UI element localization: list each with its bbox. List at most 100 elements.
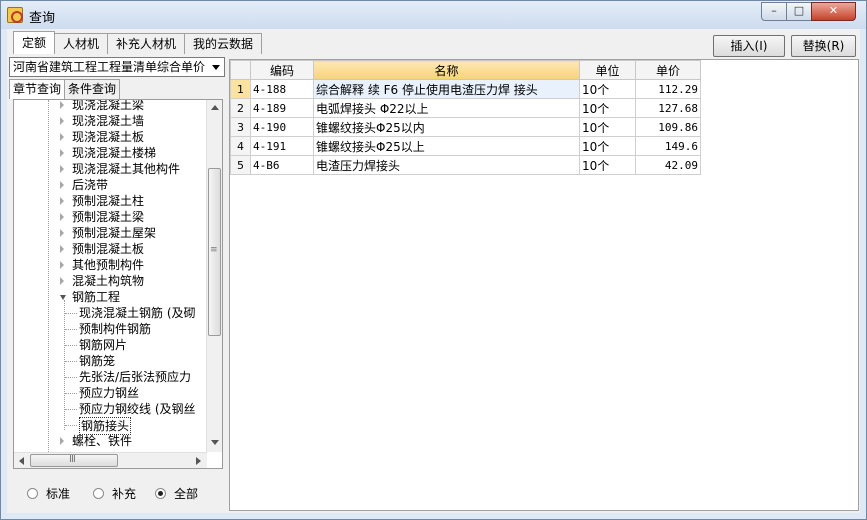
collapsed-arrow-icon[interactable] — [60, 261, 64, 269]
collapsed-arrow-icon[interactable] — [60, 277, 64, 285]
cell-name[interactable]: 锥螺纹接头Φ25以上 — [313, 136, 580, 156]
row-number[interactable]: 4 — [230, 136, 251, 156]
tree-horizontal-scroll-thumb[interactable]: Ⅲ — [30, 454, 118, 467]
radio-standard-label: 标准 — [46, 486, 71, 501]
cell-name[interactable]: 电渣压力焊接头 — [313, 155, 580, 175]
cell-price[interactable]: 127.68 — [635, 98, 701, 118]
close-button[interactable]: ✕ — [811, 2, 856, 21]
tab-labor-material-machine[interactable]: 人材机 — [54, 33, 109, 54]
table-row[interactable]: 2 4-189 电弧焊接头 Φ22以上 10个 127.68 — [230, 98, 701, 118]
row-number[interactable]: 3 — [230, 117, 251, 137]
tree-node-label: 混凝土构筑物 — [72, 274, 145, 288]
tree-vertical-scroll-thumb[interactable]: ≡ — [208, 168, 221, 336]
collapsed-arrow-icon[interactable] — [60, 165, 64, 173]
collapsed-arrow-icon[interactable] — [60, 245, 64, 253]
tab-supplementary-lmm[interactable]: 补充人材机 — [107, 33, 186, 54]
cell-price[interactable]: 109.86 — [635, 117, 701, 137]
results-table: 编码 名称 单位 单价 1 4-188 综合解释 续 F6 停止使用电渣压力焊 接头… — [230, 60, 701, 175]
row-number[interactable]: 2 — [230, 98, 251, 118]
tab-condition-query[interactable]: 条件查询 — [64, 79, 121, 99]
cell-unit[interactable]: 10个 — [579, 98, 636, 118]
tree-node-label: 预制构件钢筋 — [79, 322, 152, 336]
tree-horizontal-scrollbar[interactable]: Ⅲ — [14, 452, 207, 468]
radio-all[interactable]: 全部 — [155, 485, 198, 501]
dialog-content: 定额 人材机 补充人材机 我的云数据 插入(I) 替换(R) 河南省建筑工程工程… — [7, 29, 860, 513]
tree-node-label: 先张法/后张法预应力 — [79, 370, 192, 384]
tree-node-label: 预制混凝土梁 — [72, 210, 145, 224]
query-window: 查询 – □ ✕ 定额 人材机 补充人材机 我的云数据 插入(I) 替换(R) … — [0, 0, 867, 520]
collapsed-arrow-icon[interactable] — [60, 213, 64, 221]
row-number[interactable]: 1 — [230, 79, 251, 99]
cell-code[interactable]: 4-191 — [250, 136, 314, 156]
tree-connector-line — [65, 409, 77, 410]
quota-library-select[interactable]: 河南省建筑工程工程量清单综合单价 — [9, 57, 225, 77]
radio-indicator — [155, 487, 166, 499]
insert-button[interactable]: 插入(I) — [713, 35, 785, 57]
cell-price[interactable]: 149.6 — [635, 136, 701, 156]
tree-node-label: 现浇混凝土钢筋 (及砌 — [79, 306, 196, 320]
column-header-name[interactable]: 名称 — [313, 60, 580, 80]
table-row[interactable]: 1 4-188 综合解释 续 F6 停止使用电渣压力焊 接头 10个 112.29 — [230, 79, 701, 99]
scroll-left-icon[interactable] — [19, 457, 24, 465]
cell-price[interactable]: 42.09 — [635, 155, 701, 175]
collapsed-arrow-icon[interactable] — [60, 101, 64, 109]
radio-indicator — [93, 487, 104, 499]
tree-node-label: 现浇混凝土梁 — [72, 99, 145, 112]
radio-supplementary[interactable]: 补充 — [93, 485, 136, 501]
table-row[interactable]: 5 4-B6 电渣压力焊接头 10个 42.09 — [230, 155, 701, 175]
collapsed-arrow-icon[interactable] — [60, 229, 64, 237]
cell-code[interactable]: 4-190 — [250, 117, 314, 137]
collapsed-arrow-icon[interactable] — [60, 437, 64, 445]
tree-node-label: 预应力钢绞线 (及钢丝 — [79, 402, 196, 416]
column-header-unit[interactable]: 单位 — [579, 60, 636, 80]
cell-unit[interactable]: 10个 — [579, 79, 636, 99]
cell-unit[interactable]: 10个 — [579, 117, 636, 137]
tree-connector-line — [65, 393, 77, 394]
chevron-down-icon — [212, 65, 220, 70]
radio-standard[interactable]: 标准 — [27, 485, 70, 501]
tree-node-label: 现浇混凝土楼梯 — [72, 146, 157, 160]
cell-unit[interactable]: 10个 — [579, 155, 636, 175]
tree-connector-line — [65, 425, 77, 426]
window-title: 查询 — [29, 11, 56, 26]
tree-node-label: 现浇混凝土板 — [72, 130, 145, 144]
maximize-button[interactable]: □ — [786, 2, 812, 21]
cell-code[interactable]: 4-188 — [250, 79, 314, 99]
filter-radio-group: 标准 补充 全部 — [9, 477, 225, 507]
scroll-up-icon[interactable] — [211, 105, 219, 110]
scroll-grip-icon: ≡ — [210, 245, 218, 255]
cell-code[interactable]: 4-189 — [250, 98, 314, 118]
tree-node-label: 螺栓、铁件 — [72, 434, 133, 448]
collapsed-arrow-icon[interactable] — [60, 117, 64, 125]
tree-node-label: 预制混凝土柱 — [72, 194, 145, 208]
cell-name[interactable]: 电弧焊接头 Φ22以上 — [313, 98, 580, 118]
row-number[interactable]: 5 — [230, 155, 251, 175]
collapsed-arrow-icon[interactable] — [60, 149, 64, 157]
query-tabs: 章节查询 条件查询 — [9, 79, 121, 99]
scroll-down-icon[interactable] — [211, 440, 219, 445]
chapter-tree[interactable]: 现浇混凝土梁 现浇混凝土墙 现浇混凝土板 现浇混凝土楼梯 现浇混凝土其他构件 后浇带 预制混… — [13, 99, 223, 469]
tab-my-cloud-data[interactable]: 我的云数据 — [184, 33, 263, 54]
table-row[interactable]: 3 4-190 锥螺纹接头Φ25以内 10个 109.86 — [230, 117, 701, 137]
collapsed-arrow-icon[interactable] — [60, 197, 64, 205]
minimize-button[interactable]: – — [761, 2, 787, 21]
scroll-right-icon[interactable] — [196, 457, 201, 465]
tree-node-label: 钢筋工程 — [72, 290, 121, 304]
collapsed-arrow-icon[interactable] — [60, 181, 64, 189]
tab-chapter-query[interactable]: 章节查询 — [9, 79, 66, 99]
collapsed-arrow-icon[interactable] — [60, 133, 64, 141]
table-row[interactable]: 4 4-191 锥螺纹接头Φ25以上 10个 149.6 — [230, 136, 701, 156]
radio-all-label: 全部 — [174, 486, 199, 501]
cell-name[interactable]: 锥螺纹接头Φ25以内 — [313, 117, 580, 137]
tab-quota[interactable]: 定额 — [13, 31, 56, 54]
expanded-arrow-icon[interactable] — [60, 295, 66, 300]
quota-library-value: 河南省建筑工程工程量清单综合单价 — [13, 60, 206, 74]
cell-unit[interactable]: 10个 — [579, 136, 636, 156]
replace-button[interactable]: 替换(R) — [791, 35, 856, 57]
cell-price[interactable]: 112.29 — [635, 79, 701, 99]
cell-code[interactable]: 4-B6 — [250, 155, 314, 175]
cell-name[interactable]: 综合解释 续 F6 停止使用电渣压力焊 接头 — [313, 79, 580, 99]
column-header-price[interactable]: 单价 — [635, 60, 701, 80]
column-header-code[interactable]: 编码 — [250, 60, 314, 80]
tree-vertical-scrollbar[interactable]: ≡ — [206, 100, 222, 452]
